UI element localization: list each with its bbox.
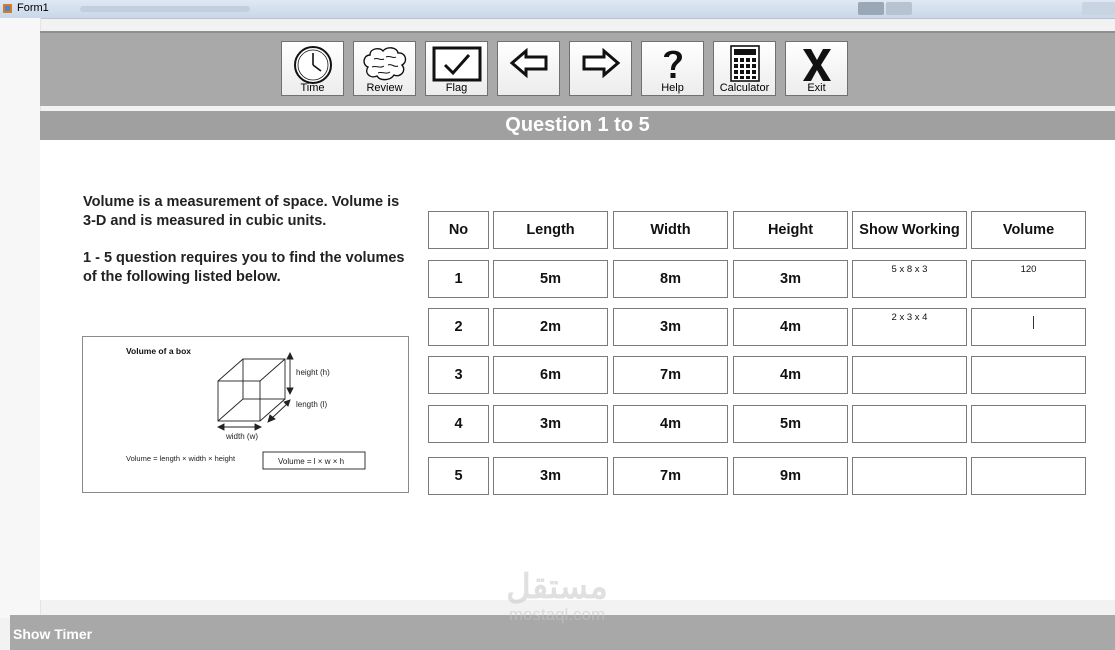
- show-timer-button[interactable]: Show Timer: [13, 626, 92, 642]
- intro-paragraph-2: 1 - 5 question requires you to find the …: [83, 250, 405, 285]
- previous-button[interactable]: [497, 41, 560, 96]
- dimension-arrows: [216, 351, 294, 431]
- width-cell-row-1: 8m: [613, 260, 728, 298]
- cube-icon: [217, 358, 286, 422]
- width-cell-row-2: 3m: [613, 308, 728, 346]
- length-cell-row-2: 2m: [493, 308, 608, 346]
- time-label: Time: [300, 82, 325, 94]
- help-button[interactable]: Help: [641, 41, 704, 96]
- calculator-label: Calculator: [719, 82, 770, 94]
- calculator-button[interactable]: Calculator: [713, 41, 776, 96]
- width-cell-row-3: 7m: [613, 356, 728, 394]
- blurred-title-region: [80, 6, 250, 12]
- volume-input-row-3[interactable]: [971, 356, 1086, 394]
- question-header: Question 1 to 5: [40, 111, 1115, 140]
- watermark-arabic: مستقل: [506, 568, 608, 606]
- volume-input-row-1[interactable]: 120: [971, 260, 1086, 298]
- volume-diagram: Volume of a box height (h) length (l) wi…: [82, 336, 409, 493]
- height-cell-row-4: 5m: [733, 405, 848, 443]
- app-icon: [3, 4, 12, 13]
- question-icon: [663, 50, 682, 78]
- intro-text: Volume is a measurement of space. Volume…: [83, 193, 413, 305]
- arrow-left-icon: [509, 47, 547, 79]
- header-no: No: [428, 211, 489, 249]
- checkmark-icon: [432, 46, 481, 82]
- title-bar: Form1: [0, 0, 1115, 19]
- left-margin: [0, 18, 41, 618]
- exit-button[interactable]: Exit: [785, 41, 848, 96]
- review-label: Review: [366, 82, 403, 94]
- text-cursor-icon: [1033, 316, 1034, 329]
- width-cell-row-4: 4m: [613, 405, 728, 443]
- watermark-latin: mostaql.com: [508, 605, 606, 624]
- formula-box-text: Volume = l × w × h: [278, 457, 344, 466]
- calculator-icon: [729, 45, 760, 82]
- width-label: width (w): [225, 432, 258, 441]
- review-button[interactable]: Review: [353, 41, 416, 96]
- brain-icon: [362, 47, 406, 81]
- show-working-input-row-1[interactable]: 5 x 8 x 3: [852, 260, 967, 298]
- window-title: Form1: [17, 2, 49, 14]
- length-cell-row-3: 6m: [493, 356, 608, 394]
- height-cell-row-5: 9m: [733, 457, 848, 495]
- width-cell-row-5: 7m: [613, 457, 728, 495]
- no-cell-row-4: 4: [428, 405, 489, 443]
- length-label: length (l): [296, 400, 327, 409]
- box-diagram-graphic: Volume of a box height (h) length (l) wi…: [126, 346, 366, 470]
- show-working-input-row-5[interactable]: [852, 457, 967, 495]
- diagram-title: Volume of a box: [126, 346, 191, 356]
- time-button[interactable]: Time: [281, 41, 344, 96]
- intro-paragraph-1: Volume is a measurement of space. Volume…: [83, 194, 400, 229]
- maximize-button[interactable]: [886, 2, 912, 15]
- header-height: Height: [733, 211, 848, 249]
- volume-input-row-5[interactable]: [971, 457, 1086, 495]
- arrow-right-icon: [582, 47, 620, 79]
- volume-input-row-4[interactable]: [971, 405, 1086, 443]
- header-width: Width: [613, 211, 728, 249]
- show-working-input-row-3[interactable]: [852, 356, 967, 394]
- header-show-working: Show Working: [852, 211, 967, 249]
- next-button[interactable]: [569, 41, 632, 96]
- close-button[interactable]: [1082, 2, 1115, 15]
- watermark-logo: مستقل mostaql.com: [487, 568, 627, 624]
- show-working-input-row-2[interactable]: 2 x 3 x 4: [852, 308, 967, 346]
- minimize-button[interactable]: [858, 2, 884, 15]
- height-cell-row-3: 4m: [733, 356, 848, 394]
- flag-button[interactable]: Flag: [425, 41, 488, 96]
- volume-input-row-2[interactable]: [971, 308, 1086, 346]
- header-volume: Volume: [971, 211, 1086, 249]
- show-working-input-row-4[interactable]: [852, 405, 967, 443]
- no-cell-row-1: 1: [428, 260, 489, 298]
- height-label: height (h): [296, 368, 330, 377]
- no-cell-row-3: 3: [428, 356, 489, 394]
- height-cell-row-2: 4m: [733, 308, 848, 346]
- formula-text: Volume = length × width × height: [126, 454, 236, 463]
- header-length: Length: [493, 211, 608, 249]
- height-cell-row-1: 3m: [733, 260, 848, 298]
- exit-label: Exit: [807, 82, 826, 94]
- length-cell-row-1: 5m: [493, 260, 608, 298]
- x-icon: [802, 49, 831, 81]
- no-cell-row-2: 2: [428, 308, 489, 346]
- length-cell-row-5: 3m: [493, 457, 608, 495]
- no-cell-row-5: 5: [428, 457, 489, 495]
- clock-icon: [293, 46, 332, 84]
- toolbar: Time Review Flag Help Calculator Exit: [40, 31, 1115, 106]
- flag-label: Flag: [445, 82, 468, 94]
- question-content: Volume is a measurement of space. Volume…: [40, 140, 1115, 600]
- help-label: Help: [661, 82, 684, 94]
- length-cell-row-4: 3m: [493, 405, 608, 443]
